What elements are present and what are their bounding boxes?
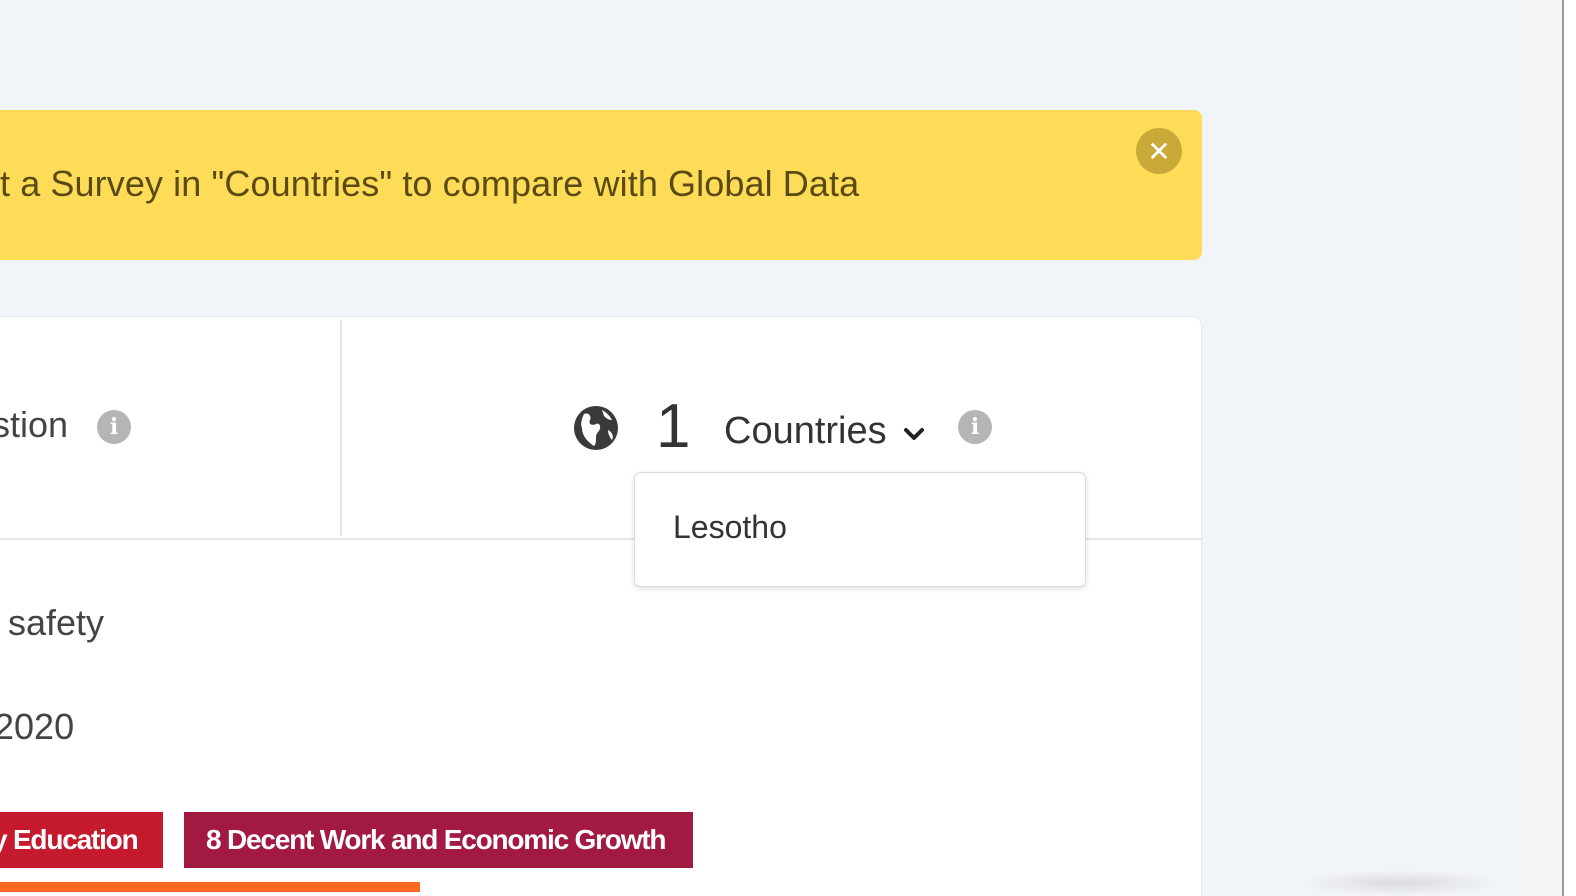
countries-dropdown-menu: Lesotho [634, 472, 1086, 587]
vertical-divider [340, 320, 342, 536]
info-icon[interactable]: i [958, 410, 992, 444]
sdg-tag-decent-work[interactable]: 8 Decent Work and Economic Growth [184, 812, 693, 868]
countries-dropdown[interactable]: Countries [724, 410, 927, 453]
scroll-shadow [1300, 870, 1500, 896]
window-border [1564, 0, 1576, 896]
alert-message: t a Survey in "Countries" to compare wit… [0, 163, 860, 204]
info-icon[interactable]: i [97, 410, 131, 444]
country-count: 1 [656, 392, 691, 461]
page: t a Survey in "Countries" to compare wit… [0, 0, 1520, 896]
scrollbar-track[interactable] [1520, 0, 1562, 896]
dropdown-option-lesotho[interactable]: Lesotho [673, 509, 787, 546]
globe-icon [574, 406, 618, 450]
indicator-text: t safety [0, 602, 105, 643]
close-icon[interactable]: ✕ [1136, 128, 1182, 174]
chevron-down-icon [903, 427, 924, 440]
sdg-tag-education[interactable]: y Education [0, 812, 163, 868]
countries-label: Countries [724, 410, 887, 452]
year-text: 2020 [0, 706, 75, 747]
question-label: stion [0, 404, 69, 445]
sdg-accent-bar [0, 882, 420, 892]
